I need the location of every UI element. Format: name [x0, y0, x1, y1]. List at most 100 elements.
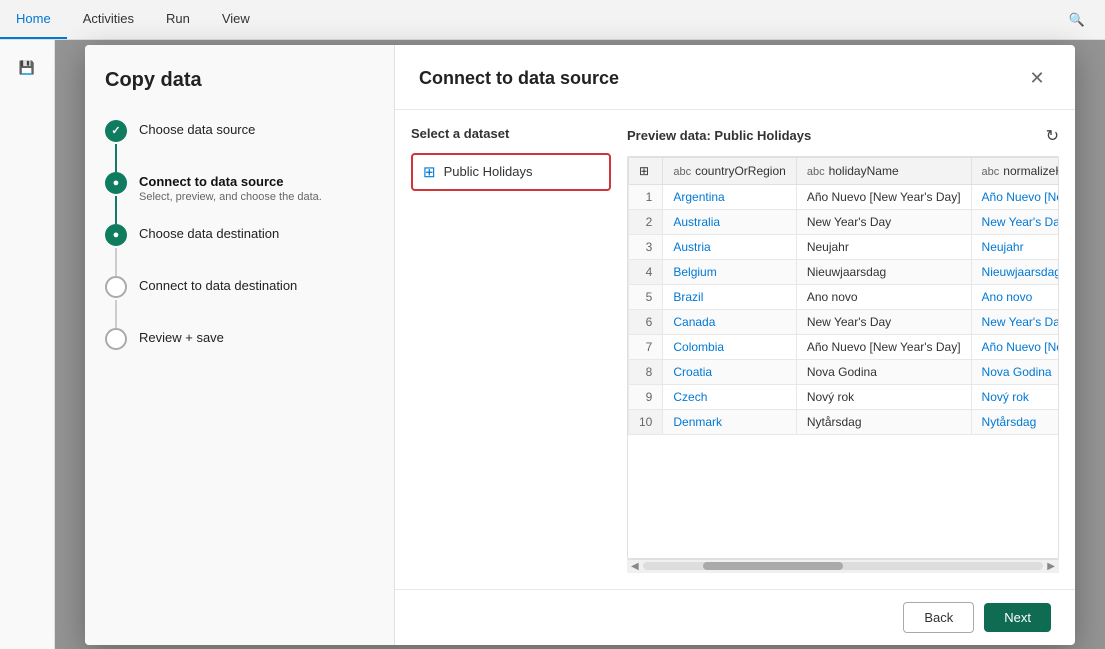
col-type-normalize: abc [982, 166, 1000, 178]
preview-title: Preview data: Public Holidays [627, 128, 811, 143]
cell-country-1: Argentina [663, 184, 796, 209]
step4-circle [105, 276, 127, 298]
dialog-sidebar: Copy data ✓ Choose data source [85, 45, 395, 645]
cell-holiday-2: New Year's Day [796, 209, 971, 234]
cell-country-3: Austria [663, 234, 796, 259]
back-button[interactable]: Back [903, 602, 974, 633]
preview-header: Preview data: Public Holidays ↻ [627, 126, 1059, 146]
step5-content: Review + save [139, 328, 224, 355]
cell-normalize-3: Neujahr [971, 234, 1059, 259]
dialog-main: Connect to data source ✕ Select a datase… [395, 45, 1075, 645]
step3-dot-icon: ● [113, 229, 120, 241]
save-icon[interactable]: 💾 [9, 50, 45, 86]
col-header-normalize: abcnormalizeHolidayName [971, 157, 1059, 184]
cell-country-10: Denmark [663, 409, 796, 434]
cell-country-6: Canada [663, 309, 796, 334]
scroll-left-arrow[interactable]: ◀ [631, 561, 639, 572]
table-row: 8CroatiaNova GodinaNova Godina [629, 359, 1060, 384]
top-bar-tabs: Home Activities Run View [0, 0, 266, 39]
step3-label: Choose data destination [139, 226, 279, 241]
table-row: 1ArgentinaAño Nuevo [New Year's Day]Año … [629, 184, 1060, 209]
scroll-right-arrow[interactable]: ▶ [1047, 561, 1055, 572]
cell-rownum-9: 9 [629, 384, 663, 409]
data-table-wrapper[interactable]: ⊞ abccountryOrRegion abcholidayName [627, 156, 1059, 559]
step1-indicator: ✓ [105, 120, 127, 172]
step1-check-icon: ✓ [111, 124, 120, 137]
dataset-panel: Select a dataset ⊞ Public Holidays [411, 126, 611, 573]
dialog-body: Select a dataset ⊞ Public Holidays Previ… [395, 110, 1075, 589]
cell-holiday-4: Nieuwjaarsdag [796, 259, 971, 284]
cell-holiday-7: Año Nuevo [New Year's Day] [796, 334, 971, 359]
step2-circle: ● [105, 172, 127, 194]
cell-rownum-1: 1 [629, 184, 663, 209]
cell-normalize-4: Nieuwjaarsdag [971, 259, 1059, 284]
col-name-country: countryOrRegion [695, 164, 786, 178]
cell-holiday-5: Ano novo [796, 284, 971, 309]
step2-label: Connect to data source [139, 174, 322, 189]
step-choose-source: ✓ Choose data source [105, 120, 374, 172]
step-choose-dest: ● Choose data destination [105, 224, 374, 276]
tab-run[interactable]: Run [150, 0, 206, 39]
step4-line [115, 300, 117, 328]
preview-panel: Preview data: Public Holidays ↻ ⊞ [627, 126, 1059, 573]
dialog: Copy data ✓ Choose data source [85, 45, 1075, 645]
cell-holiday-10: Nytårsdag [796, 409, 971, 434]
table-row: 9CzechNový rokNový rok [629, 384, 1060, 409]
cell-holiday-8: Nova Godina [796, 359, 971, 384]
dialog-title: Connect to data source [419, 68, 619, 89]
cell-normalize-6: New Year's Day [971, 309, 1059, 334]
sidebar-title: Copy data [105, 69, 374, 92]
data-table: ⊞ abccountryOrRegion abcholidayName [628, 157, 1059, 435]
col-name-normalize: normalizeHolidayName [1003, 164, 1059, 178]
next-button[interactable]: Next [984, 603, 1051, 632]
tab-view[interactable]: View [206, 0, 266, 39]
cell-holiday-1: Año Nuevo [New Year's Day] [796, 184, 971, 209]
step4-indicator [105, 276, 127, 328]
cell-normalize-10: Nytårsdag [971, 409, 1059, 434]
cell-normalize-9: Nový rok [971, 384, 1059, 409]
col-header-country: abccountryOrRegion [663, 157, 796, 184]
table-row: 7ColombiaAño Nuevo [New Year's Day]Año N… [629, 334, 1060, 359]
close-button[interactable]: ✕ [1023, 65, 1051, 93]
table-row: 10DenmarkNytårsdagNytårsdag [629, 409, 1060, 434]
step-connect-dest: Connect to data destination [105, 276, 374, 328]
dialog-overlay: Copy data ✓ Choose data source [55, 40, 1105, 649]
search-icon[interactable]: 🔍 [1059, 2, 1095, 38]
table-grid-icon: ⊞ [639, 164, 649, 178]
col-header-holiday: abcholidayName [796, 157, 971, 184]
table-row: 6CanadaNew Year's DayNew Year's Day [629, 309, 1060, 334]
step5-indicator [105, 328, 127, 350]
cell-country-9: Czech [663, 384, 796, 409]
top-bar-icons: 🔍 [1059, 2, 1095, 38]
table-row: 5BrazilAno novoAno novo [629, 284, 1060, 309]
horizontal-scrollbar[interactable]: ◀ ▶ [627, 559, 1059, 573]
app-area: 💾 Copy data ✓ [0, 40, 1105, 649]
cell-holiday-3: Neujahr [796, 234, 971, 259]
cell-holiday-6: New Year's Day [796, 309, 971, 334]
step1-label: Choose data source [139, 122, 255, 137]
tab-activities[interactable]: Activities [67, 0, 150, 39]
cell-rownum-7: 7 [629, 334, 663, 359]
cell-normalize-5: Ano novo [971, 284, 1059, 309]
cell-rownum-2: 2 [629, 209, 663, 234]
table-row: 4BelgiumNieuwjaarsdagNieuwjaarsdag [629, 259, 1060, 284]
step3-indicator: ● [105, 224, 127, 276]
table-body: 1ArgentinaAño Nuevo [New Year's Day]Año … [629, 184, 1060, 434]
tab-home[interactable]: Home [0, 0, 67, 39]
dataset-item-public-holidays[interactable]: ⊞ Public Holidays [411, 153, 611, 191]
scroll-track[interactable] [643, 562, 1044, 570]
refresh-button[interactable]: ↻ [1046, 126, 1059, 146]
step3-line [115, 248, 117, 276]
step1-circle: ✓ [105, 120, 127, 142]
cell-rownum-6: 6 [629, 309, 663, 334]
dialog-footer: Back Next [395, 589, 1075, 645]
cell-country-8: Croatia [663, 359, 796, 384]
step2-line [115, 196, 117, 224]
step3-content: Choose data destination [139, 224, 279, 251]
step4-label: Connect to data destination [139, 278, 297, 293]
scroll-thumb[interactable] [703, 562, 843, 570]
dataset-item-label: Public Holidays [444, 164, 533, 179]
step4-content: Connect to data destination [139, 276, 297, 303]
cell-holiday-9: Nový rok [796, 384, 971, 409]
cell-normalize-2: New Year's Day [971, 209, 1059, 234]
